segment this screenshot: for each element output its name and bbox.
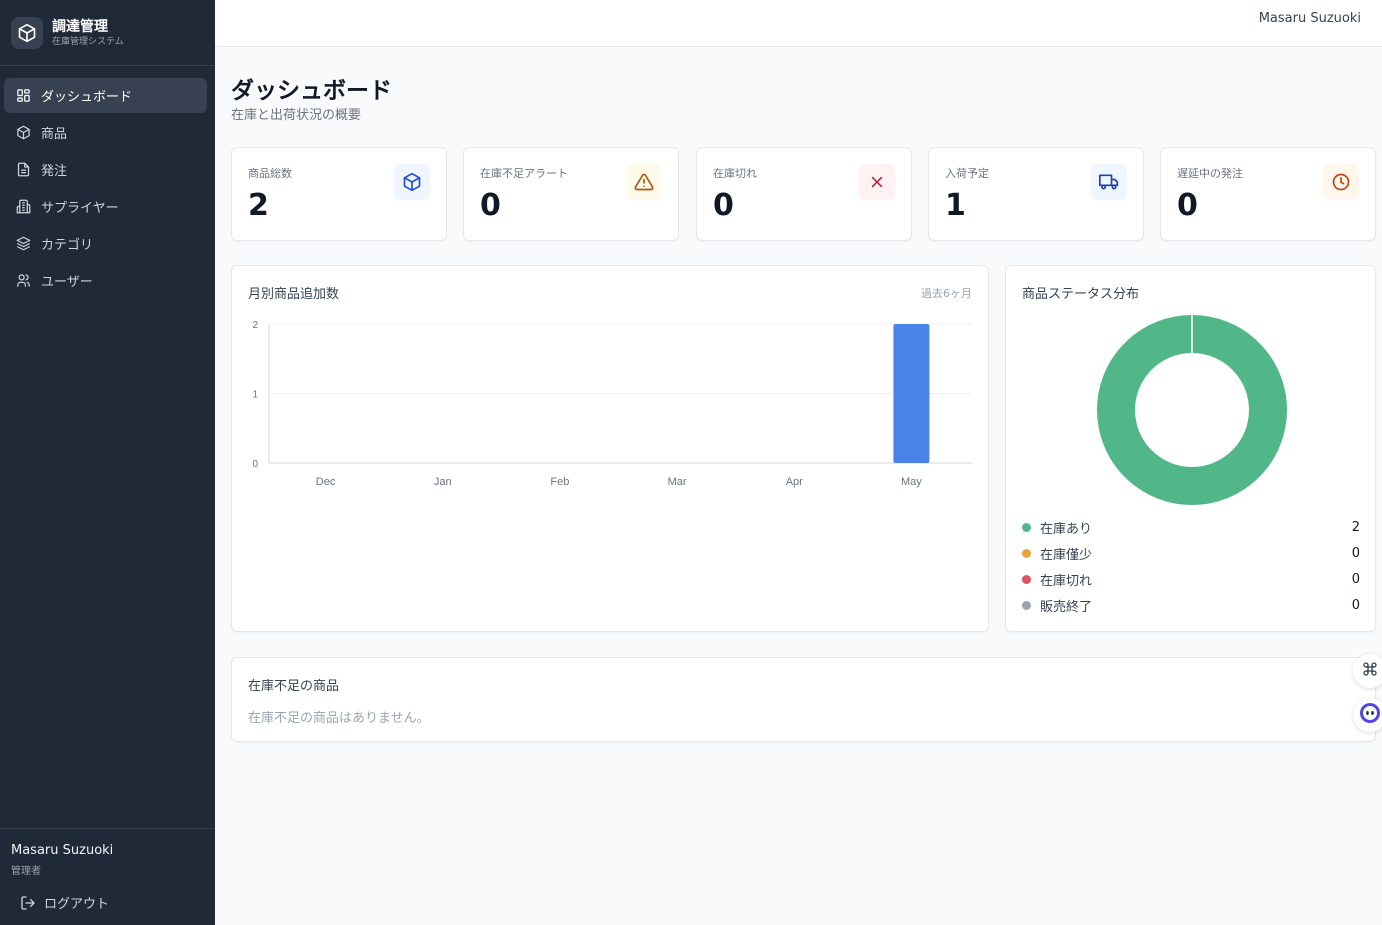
legend-dot xyxy=(1022,522,1031,532)
sidebar-item-orders[interactable]: 発注 xyxy=(4,152,207,187)
sidebar-item-suppliers[interactable]: サプライヤー xyxy=(4,189,207,224)
stat-label: 在庫不足アラート xyxy=(480,167,568,180)
legend-item: 在庫切れ 0 xyxy=(1022,569,1360,589)
y-tick-label: 0 xyxy=(252,459,258,470)
stat-label: 遅延中の発注 xyxy=(1177,167,1243,180)
sidebar-item-label: カテゴリ xyxy=(41,238,94,253)
command-icon xyxy=(1362,661,1378,681)
box-icon xyxy=(11,16,43,49)
stat-value: 0 xyxy=(480,188,501,223)
monthly-bar-chart: 0 1 2 Dec Jan Feb Mar Apr May xyxy=(252,320,972,488)
status-donut-chart xyxy=(1097,315,1287,505)
document-icon xyxy=(15,162,31,178)
legend-dot xyxy=(1022,548,1031,558)
stat-label: 入荷予定 xyxy=(945,167,989,180)
logout-icon xyxy=(20,895,36,911)
assistant-button[interactable] xyxy=(1353,698,1382,732)
legend-dot xyxy=(1022,600,1031,610)
page-title: ダッシュボード xyxy=(231,78,392,104)
empty-state-message: 在庫不足の商品はありません。 xyxy=(248,711,430,726)
x-tick-label: Dec xyxy=(316,476,336,488)
assistant-icon xyxy=(1358,701,1382,729)
sidebar: 調達管理 在庫管理システム ダッシュボード 商品 発注 サプライヤー カテゴリ … xyxy=(0,0,215,925)
legend-value: 0 xyxy=(1351,571,1360,587)
sidebar-item-users[interactable]: ユーザー xyxy=(4,263,207,298)
x-tick-label: Apr xyxy=(786,476,803,488)
stat-value: 1 xyxy=(945,188,966,223)
building-icon xyxy=(15,199,31,215)
warning-icon xyxy=(626,164,662,200)
x-tick-label: Feb xyxy=(550,476,569,488)
monthly-products-card: 月別商品追加数 過去6ヶ月 0 1 2 Dec Jan Feb Mar Apr May xyxy=(231,265,989,632)
app-title: 調達管理 xyxy=(52,18,108,35)
legend-dot xyxy=(1022,574,1031,584)
stat-card-total-products[interactable]: 商品総数 2 xyxy=(231,147,447,241)
box-icon xyxy=(394,164,430,200)
legend-label: 在庫あり xyxy=(1040,521,1093,537)
y-tick-label: 1 xyxy=(252,390,258,401)
sidebar-item-dashboard[interactable]: ダッシュボード xyxy=(4,78,207,113)
stat-value: 2 xyxy=(248,188,269,223)
chart-period-label: 過去6ヶ月 xyxy=(921,287,972,300)
legend-item: 在庫僅少 0 xyxy=(1022,543,1360,563)
x-tick-label: May xyxy=(901,476,922,488)
legend-item: 販売終了 0 xyxy=(1022,595,1360,615)
donut-slice xyxy=(1097,315,1287,505)
legend-value: 0 xyxy=(1351,597,1360,613)
sidebar-item-label: ユーザー xyxy=(41,275,93,290)
close-icon xyxy=(859,164,895,200)
stat-value: 0 xyxy=(1177,188,1198,223)
legend-label: 販売終了 xyxy=(1040,599,1093,615)
legend-label: 在庫切れ xyxy=(1040,573,1093,589)
stat-label: 商品総数 xyxy=(248,167,292,180)
user-name: Masaru Suzuoki xyxy=(11,843,114,858)
logout-label: ログアウト xyxy=(44,897,110,912)
top-bar: Masaru Suzuoki xyxy=(215,0,1382,47)
truck-icon xyxy=(1091,164,1127,200)
sidebar-item-products[interactable]: 商品 xyxy=(4,115,207,150)
sidebar-item-label: サプライヤー xyxy=(41,201,119,216)
stat-card-out-of-stock[interactable]: 在庫切れ 0 xyxy=(696,147,912,241)
top-user-name[interactable]: Masaru Suzuoki xyxy=(1259,11,1361,26)
sidebar-item-label: ダッシュボード xyxy=(41,90,133,105)
stat-label: 在庫切れ xyxy=(713,167,757,180)
bar xyxy=(893,324,930,463)
stat-card-incoming[interactable]: 入荷予定 1 xyxy=(928,147,1144,241)
legend-label: 在庫僅少 xyxy=(1040,547,1093,563)
brand: 調達管理 在庫管理システム xyxy=(0,0,215,66)
dashboard-icon xyxy=(15,88,31,104)
command-button[interactable] xyxy=(1353,654,1382,688)
sidebar-footer: Masaru Suzuoki 管理者 ログアウト xyxy=(0,828,215,925)
user-role: 管理者 xyxy=(11,866,41,877)
chart-title: 月別商品追加数 xyxy=(248,287,340,302)
x-tick-label: Jan xyxy=(434,476,452,488)
sidebar-item-label: 発注 xyxy=(41,164,68,179)
stat-card-delayed-orders[interactable]: 遅延中の発注 0 xyxy=(1160,147,1376,241)
x-tick-label: Mar xyxy=(668,476,687,488)
sidebar-item-categories[interactable]: カテゴリ xyxy=(4,226,207,261)
layers-icon xyxy=(15,236,31,252)
legend-value: 0 xyxy=(1351,545,1360,561)
legend-item: 在庫あり 2 xyxy=(1022,517,1360,537)
sidebar-nav: ダッシュボード 商品 発注 サプライヤー カテゴリ ユーザー xyxy=(0,66,215,298)
stat-card-low-stock[interactable]: 在庫不足アラート 0 xyxy=(463,147,679,241)
legend-value: 2 xyxy=(1351,519,1360,535)
chart-title: 商品ステータス分布 xyxy=(1022,287,1140,302)
users-icon xyxy=(15,273,31,289)
y-tick-label: 2 xyxy=(252,320,258,331)
low-stock-title: 在庫不足の商品 xyxy=(248,679,340,694)
low-stock-card: 在庫不足の商品 在庫不足の商品はありません。 xyxy=(231,657,1376,742)
box-icon xyxy=(15,125,31,141)
logout-button[interactable]: ログアウト xyxy=(20,893,109,912)
stat-value: 0 xyxy=(713,188,734,223)
page-subtitle: 在庫と出荷状況の概要 xyxy=(231,108,362,123)
app-subtitle: 在庫管理システム xyxy=(52,36,124,47)
clock-icon xyxy=(1323,164,1359,200)
status-distribution-card: 商品ステータス分布 在庫あり 2 在庫僅少 0 在庫切れ 0 販売終了 0 xyxy=(1005,265,1376,632)
sidebar-item-label: 商品 xyxy=(41,127,68,142)
